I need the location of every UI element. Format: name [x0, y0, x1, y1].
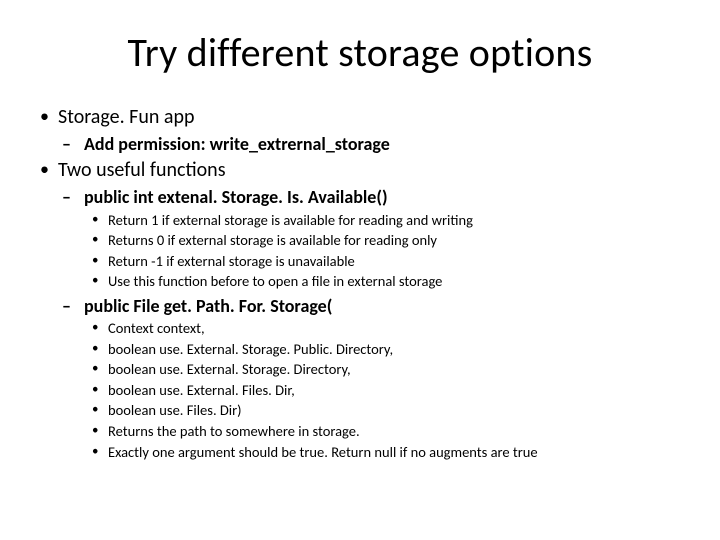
detail-item: Return -1 if external storage is unavail…	[84, 252, 690, 272]
sub-bullet-text: Add permission: write_extrernal_storage	[84, 133, 390, 155]
function-signature: public int extenal. Storage. Is. Availab…	[84, 186, 388, 208]
detail-item: boolean use. External. Storage. Public. …	[84, 340, 690, 360]
detail-item: Returns 0 if external storage is availab…	[84, 231, 690, 251]
sub-bullet-function-available: public int extenal. Storage. Is. Availab…	[58, 185, 690, 292]
sub-list: Add permission: write_extrernal_storage	[58, 132, 690, 156]
bullet-label: Storage. Fun app	[58, 105, 194, 129]
detail-item: boolean use. External. Storage. Director…	[84, 360, 690, 380]
detail-item: Return 1 if external storage is availabl…	[84, 211, 690, 231]
detail-list: Context context, boolean use. External. …	[84, 319, 690, 462]
sub-bullet-permission: Add permission: write_extrernal_storage	[58, 132, 690, 156]
slide-title: Try different storage options	[30, 28, 690, 77]
bullet-two-functions: Two useful functions public int extenal.…	[30, 158, 690, 462]
detail-item: Use this function before to open a file …	[84, 272, 690, 292]
detail-item: Context context,	[84, 319, 690, 339]
slide: Try different storage options Storage. F…	[0, 0, 720, 540]
sub-list: public int extenal. Storage. Is. Availab…	[58, 185, 690, 462]
detail-item: boolean use. External. Files. Dir,	[84, 381, 690, 401]
bullet-label: Two useful functions	[58, 158, 226, 182]
detail-item: boolean use. Files. Dir)	[84, 401, 690, 421]
detail-item: Exactly one argument should be true. Ret…	[84, 443, 690, 463]
sub-bullet-function-getpath: public File get. Path. For. Storage( Con…	[58, 294, 690, 462]
detail-item: Returns the path to somewhere in storage…	[84, 422, 690, 442]
bullet-list: Storage. Fun app Add permission: write_e…	[30, 105, 690, 462]
bullet-storage-fun-app: Storage. Fun app Add permission: write_e…	[30, 105, 690, 156]
detail-list: Return 1 if external storage is availabl…	[84, 211, 690, 292]
function-signature: public File get. Path. For. Storage(	[84, 295, 332, 317]
